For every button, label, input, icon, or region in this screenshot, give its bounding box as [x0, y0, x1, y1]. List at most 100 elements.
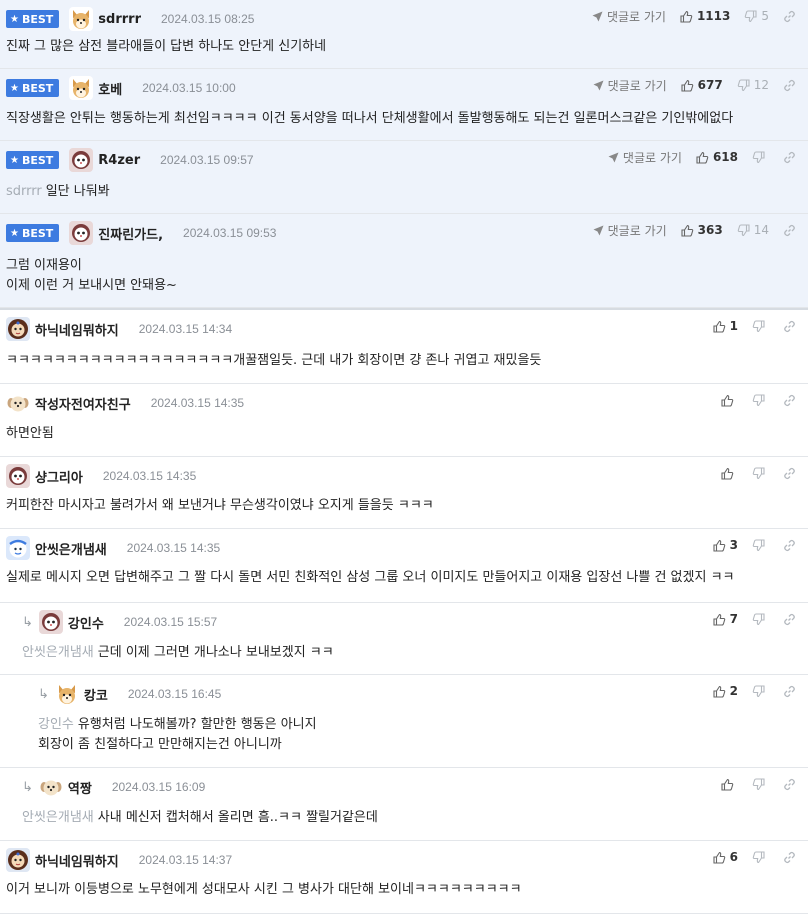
upvote-button[interactable]: 1113 [680, 9, 730, 23]
downvote-button[interactable]: 12 [737, 78, 769, 92]
copy-link-button[interactable] [783, 10, 796, 23]
thumbs-up-icon [696, 151, 709, 164]
reply-target[interactable]: 안씻은개냄새 [22, 645, 94, 660]
nickname[interactable]: 작성자전여자친구 [35, 394, 131, 413]
comment-line: 이제 이런 거 보내시면 안돼용~ [6, 278, 177, 293]
downvote-button[interactable] [752, 777, 769, 791]
downvote-button[interactable]: 14 [737, 223, 769, 237]
copy-link-button[interactable] [783, 151, 796, 164]
thumbs-down-icon [752, 150, 765, 164]
copy-link-button[interactable] [783, 79, 796, 92]
upvote-button[interactable]: 3 [713, 538, 738, 552]
thumbs-up-icon [713, 320, 726, 333]
comment-line: 안씻은개냄새 사내 메신저 캡처해서 올리면 흠..ㅋㅋ 짤릴거같은데 [22, 810, 378, 825]
star-icon: ★ [10, 154, 19, 166]
downvote-count: 14 [753, 223, 769, 237]
comment-meta: ★ BEST 진짜린가드, 2024.03.15 09:53 [6, 221, 276, 245]
avatar[interactable] [69, 221, 94, 245]
downvote-button[interactable]: 5 [744, 9, 769, 23]
link-icon [783, 79, 796, 92]
avatar[interactable] [6, 464, 30, 488]
nickname[interactable]: 하닉네임뭐하지 [35, 320, 119, 339]
nickname[interactable]: 안씻은개냄새 [35, 539, 107, 558]
copy-link-button[interactable] [783, 320, 796, 333]
best-badge: ★ BEST [6, 151, 60, 169]
avatar[interactable] [38, 775, 63, 799]
upvote-count: 363 [697, 223, 723, 237]
upvote-count: 3 [729, 538, 738, 552]
nickname[interactable]: 샹그리아 [35, 467, 83, 486]
comment-actions: 2 [699, 683, 796, 699]
copy-link-button[interactable] [783, 778, 796, 791]
comment-body: 강인수 유행처럼 나도해볼까? 할만한 행동은 아니지 회장이 좀 친절하다고 만만… [38, 715, 798, 755]
downvote-button[interactable] [752, 150, 769, 164]
thumbs-up-icon [681, 79, 694, 92]
upvote-button[interactable]: 7 [713, 612, 738, 626]
nickname[interactable]: 진짜린가드, [98, 224, 163, 243]
upvote-button[interactable]: 363 [681, 223, 723, 237]
comment-date: 2024.03.15 15:57 [123, 615, 218, 629]
downvote-button[interactable] [752, 319, 769, 333]
reply-target[interactable]: 안씻은개냄새 [22, 810, 94, 825]
nickname[interactable]: R4zer [98, 153, 140, 168]
upvote-button[interactable] [721, 394, 738, 407]
upvote-button[interactable]: 677 [681, 78, 723, 92]
copy-link-button[interactable] [783, 539, 796, 552]
nickname[interactable]: 하닉네임뭐하지 [35, 851, 119, 870]
comment-meta: 안씻은개냄새 2024.03.15 14:35 [6, 536, 220, 560]
comment-line: 회장이 좀 친절하다고 만만해지는건 아니니까 [38, 737, 282, 752]
go-to-comment-button[interactable]: 댓글로 가기 [593, 222, 667, 239]
comment-line: 진짜 그 많은 삼전 블라애들이 답변 하나도 안단게 신기하네 [6, 39, 327, 54]
avatar[interactable] [6, 317, 30, 341]
downvote-button[interactable] [752, 538, 769, 552]
downvote-button[interactable] [752, 466, 769, 480]
avatar[interactable] [6, 536, 30, 560]
upvote-button[interactable] [721, 778, 738, 791]
comment-actions: 6 [699, 849, 796, 865]
avatar[interactable] [69, 7, 94, 31]
nickname[interactable]: 호베 [98, 79, 122, 98]
downvote-button[interactable] [752, 850, 769, 864]
comment-date: 2024.03.15 14:35 [150, 396, 245, 410]
copy-link-button[interactable] [783, 613, 796, 626]
upvote-button[interactable]: 1 [713, 319, 738, 333]
reply-target[interactable]: sdrrrr [6, 184, 42, 199]
nickname[interactable]: 강인수 [68, 613, 104, 632]
upvote-button[interactable]: 2 [713, 684, 738, 698]
comment-meta: 하닉네임뭐하지 2024.03.15 14:37 [6, 848, 232, 872]
comment-line: 직장생활은 안튀는 행동하는게 최선임ㅋㅋㅋㅋ 이건 동서양을 떠나서 단체생활… [6, 111, 734, 126]
avatar[interactable] [69, 148, 94, 172]
upvote-button[interactable]: 6 [713, 850, 738, 864]
avatar[interactable] [54, 682, 79, 706]
upvote-count: 1 [729, 319, 738, 333]
copy-link-button[interactable] [783, 851, 796, 864]
avatar[interactable] [6, 391, 30, 415]
thumbs-down-icon [752, 393, 765, 407]
avatar[interactable] [38, 610, 63, 634]
avatar[interactable] [6, 848, 30, 872]
comment-body: 그럼 이재용이 이제 이런 거 보내시면 안돼용~ [6, 256, 798, 296]
nickname[interactable]: 역짱 [68, 778, 92, 797]
link-icon [783, 613, 796, 626]
avatar[interactable] [69, 76, 94, 100]
upvote-button[interactable]: 618 [696, 150, 738, 164]
copy-link-button[interactable] [783, 685, 796, 698]
go-to-comment-button[interactable]: 댓글로 가기 [593, 77, 667, 94]
copy-link-button[interactable] [783, 394, 796, 407]
comment-body: sdrrrr 일단 나둬봐 [6, 182, 798, 202]
thumbs-up-icon [681, 224, 694, 237]
copy-link-button[interactable] [783, 467, 796, 480]
comment-meta: ★ BEST R4zer 2024.03.15 09:57 [6, 148, 254, 172]
upvote-button[interactable] [721, 467, 738, 480]
nickname[interactable]: 캉코 [84, 685, 108, 704]
reply-target[interactable]: 강인수 [38, 717, 74, 732]
downvote-button[interactable] [752, 393, 769, 407]
comment-meta: ↳ 캉코 2024.03.15 16:45 [38, 682, 221, 706]
go-to-comment-button[interactable]: 댓글로 가기 [592, 8, 666, 25]
downvote-button[interactable] [752, 612, 769, 626]
downvote-button[interactable] [752, 684, 769, 698]
nickname[interactable]: sdrrrr [98, 12, 141, 27]
copy-link-button[interactable] [783, 224, 796, 237]
go-to-comment-button[interactable]: 댓글로 가기 [608, 149, 682, 166]
comment-meta: ↳ 강인수 2024.03.15 15:57 [22, 610, 218, 634]
